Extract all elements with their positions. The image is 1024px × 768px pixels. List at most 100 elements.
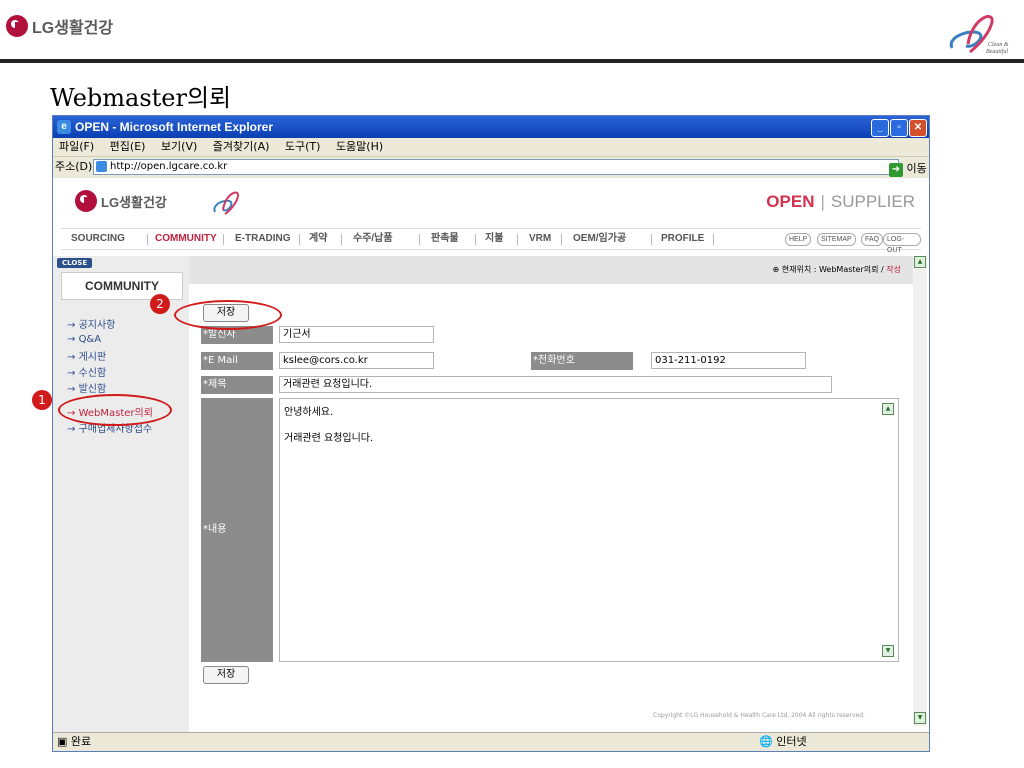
- close-sidebar-button[interactable]: CLOSE: [57, 258, 93, 268]
- sidebar-item-notice[interactable]: → 공지사항: [67, 316, 115, 331]
- phone-field[interactable]: 031-211-0192: [651, 352, 806, 369]
- go-button[interactable]: ➜ 이동: [889, 159, 927, 179]
- brand-text: LG생활건강: [32, 20, 114, 37]
- main-nav: SOURCING COMMUNITY E-TRADING 계약 수주/납품 판촉…: [61, 228, 921, 254]
- site-brand-mark: [213, 191, 239, 215]
- sidebar-item-label: 발신함: [78, 384, 107, 395]
- marker-1: 1: [32, 390, 52, 410]
- content-line: 안녕하세요.: [284, 407, 334, 418]
- nav-sourcing[interactable]: SOURCING: [71, 229, 125, 249]
- highlight-save: [174, 300, 282, 330]
- location-bar: ⊕ 현재위치 : WebMaster의뢰 / 작성: [189, 256, 913, 284]
- subject-label: *제목: [201, 376, 273, 394]
- maximize-button[interactable]: ▫: [890, 119, 908, 137]
- zone-text: 인터넷: [776, 735, 807, 748]
- title-bar: e OPEN - Microsoft Internet Explorer _ ▫…: [53, 116, 929, 138]
- address-text: http://open.lgcare.co.kr: [110, 161, 228, 172]
- site-logo-text: LG생활건강: [101, 194, 167, 210]
- minimize-button[interactable]: _: [871, 119, 889, 137]
- textarea-scroll-up-icon[interactable]: ▲: [882, 403, 894, 415]
- page-content: LG생활건강 OPEN | SUPPLIER SOURCING COMMUNITY …: [53, 178, 929, 732]
- status-text: ▣ 완료: [57, 735, 92, 748]
- sidebar-item-qna[interactable]: → Q&A: [67, 334, 101, 345]
- marker-2: 2: [150, 294, 170, 314]
- main-panel: ⊕ 현재위치 : WebMaster의뢰 / 작성 저장 *발신자 기근서 *E…: [189, 256, 913, 732]
- nav-payment[interactable]: 지불: [485, 229, 503, 249]
- header-rule: [0, 59, 1024, 63]
- nav-separator: [517, 234, 518, 245]
- help-button[interactable]: HELP: [785, 233, 812, 246]
- sidebar-item-label: Q&A: [78, 334, 102, 345]
- nav-vrm[interactable]: VRM: [529, 229, 551, 249]
- content-label: *내용: [201, 398, 273, 662]
- sidebar-item-board[interactable]: → 게시판: [67, 348, 106, 363]
- nav-separator: [713, 234, 714, 245]
- sidebar-item-label: 공지사항: [78, 320, 116, 331]
- faq-button[interactable]: FAQ: [861, 233, 884, 246]
- highlight-webmaster: [58, 394, 172, 426]
- sender-field[interactable]: 기근서: [279, 326, 434, 343]
- breadcrumb: ⊕ 현재위치 : WebMaster의뢰 / 작성: [772, 265, 901, 274]
- nav-separator: [223, 234, 224, 245]
- email-field[interactable]: kslee@cors.co.kr: [279, 352, 434, 369]
- breadcrumb-current: 작성: [886, 265, 901, 274]
- go-label: 이동: [906, 162, 927, 175]
- site-header: LG생활건강 OPEN | SUPPLIER: [53, 178, 929, 226]
- menu-favorites[interactable]: 즐겨찾기(A): [213, 140, 270, 153]
- svg-text:Clean &: Clean &: [988, 42, 1009, 48]
- nav-separator: [341, 234, 342, 245]
- nav-separator: [299, 234, 300, 245]
- nav-order-delivery[interactable]: 수주/납품: [353, 229, 393, 249]
- sitemap-button[interactable]: SITEMAP: [817, 233, 856, 246]
- nav-separator: [419, 234, 420, 245]
- logout-button[interactable]: LOG-OUT: [883, 233, 921, 254]
- browser-window: e OPEN - Microsoft Internet Explorer _ ▫…: [52, 115, 930, 752]
- nav-separator: [147, 234, 148, 245]
- save-button-bottom[interactable]: 저장: [203, 666, 249, 684]
- nav-separator: [475, 234, 476, 245]
- menu-edit[interactable]: 편집(E): [110, 140, 146, 153]
- breadcrumb-label: 현재위치 : WebMaster의뢰 /: [781, 265, 884, 274]
- window-title: OPEN - Microsoft Internet Explorer: [75, 120, 274, 134]
- nav-profile[interactable]: PROFILE: [661, 229, 704, 249]
- subject-field[interactable]: 거래관련 요청입니다.: [279, 376, 832, 393]
- sidebar-item-outbox[interactable]: → 발신함: [67, 380, 106, 395]
- site-logo[interactable]: LG생활건강: [75, 190, 167, 212]
- nav-separator: [651, 234, 652, 245]
- go-arrow-icon: ➜: [889, 163, 903, 177]
- nav-etrading[interactable]: E-TRADING: [235, 229, 291, 249]
- textarea-scroll-down-icon[interactable]: ▼: [882, 645, 894, 657]
- nav-community[interactable]: COMMUNITY: [155, 229, 217, 249]
- sidebar-item-label: 게시판: [78, 352, 107, 363]
- close-button[interactable]: ✕: [909, 119, 927, 137]
- status-bar: ▣ 완료 🌐 인터넷: [53, 732, 929, 751]
- nav-separator: [561, 234, 562, 245]
- nav-promo[interactable]: 판촉물: [431, 229, 459, 249]
- nav-oem[interactable]: OEM/임가공: [573, 229, 626, 249]
- lg-logo-icon: [6, 15, 28, 37]
- status-value: 완료: [70, 735, 92, 748]
- phone-label: *전화번호: [531, 352, 633, 370]
- address-input[interactable]: http://open.lgcare.co.kr: [93, 159, 899, 175]
- email-label: *E Mail: [201, 352, 273, 370]
- sidebar-item-inbox[interactable]: → 수신함: [67, 364, 106, 379]
- svg-text:Beautiful: Beautiful: [986, 48, 1008, 55]
- page-scroll-up-icon[interactable]: ▲: [914, 256, 926, 268]
- address-bar: 주소(D) http://open.lgcare.co.kr ➜ 이동: [53, 156, 929, 177]
- open-text: OPEN: [766, 192, 815, 211]
- content-textarea[interactable]: 안녕하세요. 거래관련 요청입니다. ▲ ▼: [279, 398, 899, 662]
- menu-tools[interactable]: 도구(T): [285, 140, 321, 153]
- menu-view[interactable]: 보기(V): [161, 140, 197, 153]
- page-scroll-down-icon[interactable]: ▼: [914, 712, 926, 724]
- supplier-text: SUPPLIER: [830, 192, 915, 211]
- page-scrollbar[interactable]: ▲ ▼: [913, 256, 927, 726]
- zone-indicator: 🌐 인터넷: [759, 735, 807, 748]
- nav-contract[interactable]: 계약: [309, 229, 327, 249]
- menu-help[interactable]: 도움말(H): [336, 140, 383, 153]
- open-supplier-logo: OPEN | SUPPLIER: [766, 192, 915, 211]
- lg-logo: LG생활건강: [6, 14, 113, 38]
- slide-title: Webmaster의뢰: [50, 84, 232, 112]
- menu-bar: 파일(F) 편집(E) 보기(V) 즐겨찾기(A) 도구(T) 도움말(H): [53, 138, 929, 156]
- menu-file[interactable]: 파일(F): [59, 140, 94, 153]
- copyright: Copyright ©LG Household & Health Care Lt…: [653, 712, 866, 719]
